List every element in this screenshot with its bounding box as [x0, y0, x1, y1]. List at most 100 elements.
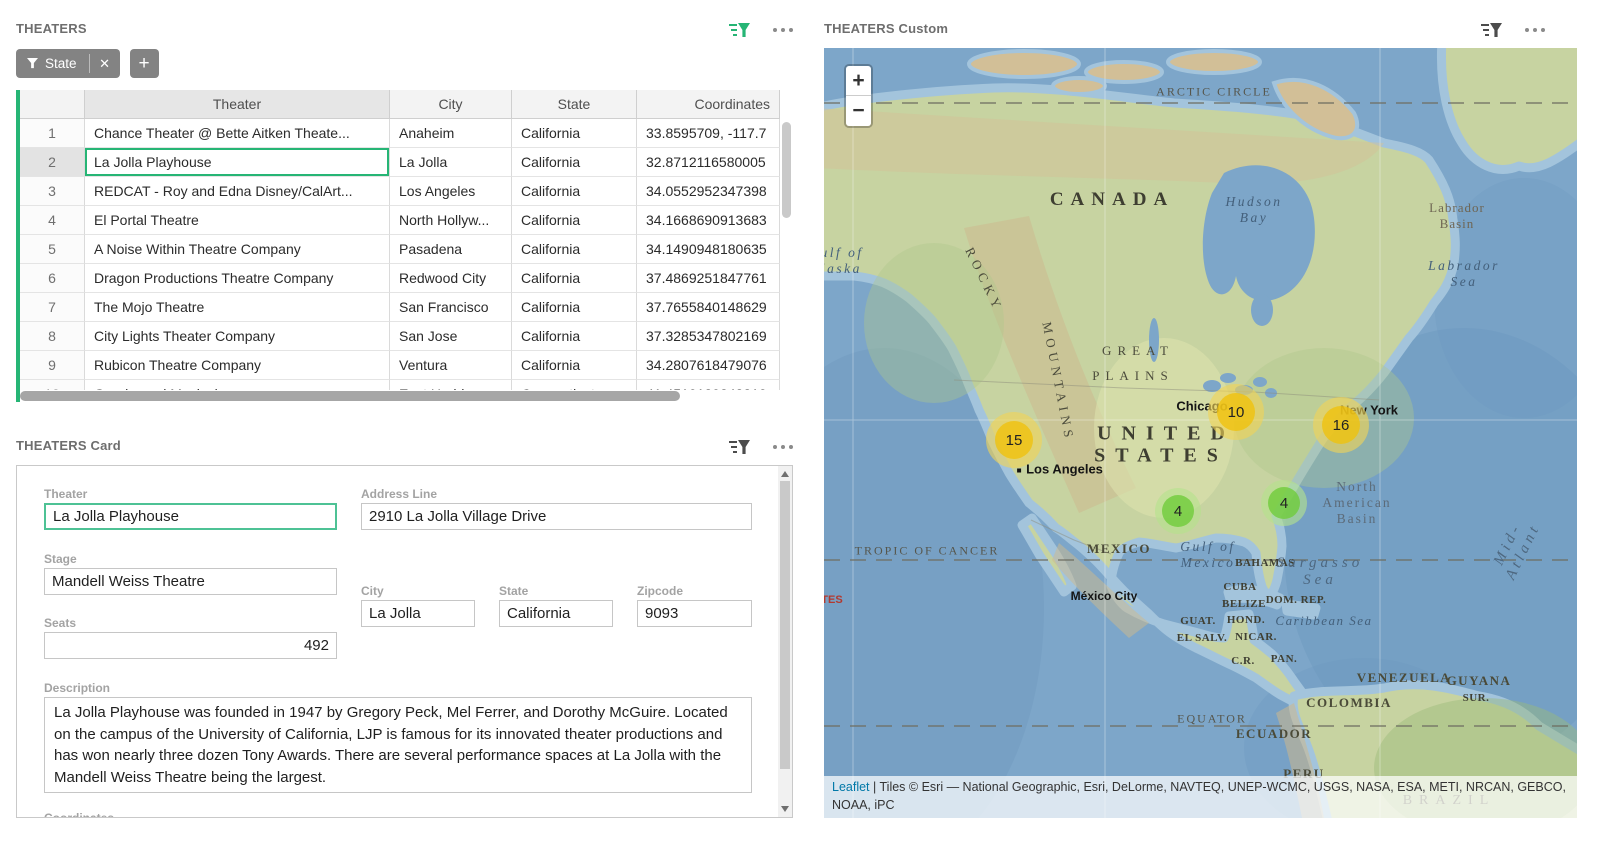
- more-options-icon[interactable]: [1525, 28, 1545, 32]
- description-field-label: Description: [44, 681, 111, 695]
- cell-city[interactable]: La Jolla: [390, 148, 512, 177]
- zipcode-field-label: Zipcode: [637, 584, 684, 598]
- remove-filter-button[interactable]: ✕: [90, 49, 120, 78]
- column-header-state[interactable]: State: [512, 90, 637, 119]
- arrow-up-icon[interactable]: [781, 471, 789, 477]
- map-label-north-american-basin: North American Basin: [1322, 479, 1392, 526]
- cell-theater[interactable]: A Noise Within Theatre Company: [85, 235, 390, 264]
- theaters-map[interactable]: ARCTIC CIRCLE CANADA Hudson Bay Labrador Ba…: [824, 48, 1577, 818]
- more-options-icon[interactable]: [773, 28, 793, 32]
- map-label-los-angeles: Los Angeles: [1017, 462, 1103, 477]
- map-label-el-salv: EL SALV.: [1176, 632, 1228, 644]
- more-options-icon[interactable]: [773, 445, 793, 449]
- cell-city[interactable]: Pasadena: [390, 235, 512, 264]
- cell-theater[interactable]: City Lights Theater Company: [85, 322, 390, 351]
- cell-theater[interactable]: REDCAT - Roy and Edna Disney/CalArt...: [85, 177, 390, 206]
- row-number[interactable]: 5: [20, 235, 85, 264]
- cell-state[interactable]: California: [512, 119, 637, 148]
- card-panel-actions: [716, 439, 793, 455]
- cluster-marker[interactable]: 4: [1261, 480, 1307, 526]
- zoom-in-button[interactable]: +: [846, 66, 871, 96]
- table-horizontal-scrollbar[interactable]: [20, 390, 780, 402]
- theaters-table: Theater City State Coordinates 1 Chance Theat…: [16, 90, 793, 402]
- cell-state[interactable]: California: [512, 206, 637, 235]
- cluster-marker[interactable]: 10: [1208, 384, 1264, 440]
- cluster-marker[interactable]: 15: [986, 412, 1042, 468]
- cell-coordinates[interactable]: 37.7655840148629: [637, 293, 780, 322]
- cell-theater[interactable]: El Portal Theatre: [85, 206, 390, 235]
- cell-city[interactable]: San Francisco: [390, 293, 512, 322]
- cell-theater[interactable]: The Mojo Theatre: [85, 293, 390, 322]
- map-label-tes: TES: [824, 594, 843, 606]
- cell-coordinates[interactable]: 32.8712116580005: [637, 148, 780, 177]
- row-number[interactable]: 2: [20, 148, 85, 177]
- cell-city[interactable]: Los Angeles: [390, 177, 512, 206]
- cell-state[interactable]: California: [512, 322, 637, 351]
- cell-coordinates[interactable]: 37.4869251847761: [637, 264, 780, 293]
- cell-city[interactable]: Ventura: [390, 351, 512, 380]
- cell-coordinates[interactable]: 34.2807618479076: [637, 351, 780, 380]
- city-field[interactable]: [361, 600, 475, 627]
- theaters-card: Theater Address Line Stage City State Zi…: [16, 465, 793, 818]
- row-number[interactable]: 3: [20, 177, 85, 206]
- map-label-c-r: C.R.: [1231, 655, 1255, 667]
- cluster-marker[interactable]: 16: [1313, 397, 1369, 453]
- cell-theater[interactable]: La Jolla Playhouse: [85, 148, 390, 177]
- cluster-marker[interactable]: 4: [1155, 488, 1201, 534]
- leaflet-link[interactable]: Leaflet: [832, 780, 870, 794]
- cell-state[interactable]: California: [512, 235, 637, 264]
- cell-theater[interactable]: Rubicon Theatre Company: [85, 351, 390, 380]
- cell-city[interactable]: San Jose: [390, 322, 512, 351]
- column-header-coordinates[interactable]: Coordinates: [637, 90, 780, 119]
- stage-field[interactable]: [44, 568, 337, 595]
- cell-state[interactable]: California: [512, 293, 637, 322]
- cell-coordinates[interactable]: 37.3285347802169: [637, 322, 780, 351]
- cell-theater[interactable]: Dragon Productions Theatre Company: [85, 264, 390, 293]
- row-number[interactable]: 9: [20, 351, 85, 380]
- column-header-theater[interactable]: Theater: [85, 90, 390, 119]
- card-vertical-scrollbar[interactable]: [778, 466, 792, 817]
- advanced-filter-icon[interactable]: [729, 439, 751, 455]
- row-number[interactable]: 8: [20, 322, 85, 351]
- cell-city[interactable]: Anaheim: [390, 119, 512, 148]
- cell-state[interactable]: California: [512, 351, 637, 380]
- map-label-nicar: NICAR.: [1235, 631, 1277, 643]
- row-number[interactable]: 1: [20, 119, 85, 148]
- advanced-filter-icon[interactable]: [729, 22, 751, 38]
- cell-theater[interactable]: Chance Theater @ Bette Aitken Theate...: [85, 119, 390, 148]
- map-label-equator: EQUATOR: [1177, 711, 1247, 726]
- cell-coordinates[interactable]: 34.0552952347398: [637, 177, 780, 206]
- row-number[interactable]: 6: [20, 264, 85, 293]
- table-vertical-scrollbar[interactable]: [780, 90, 793, 390]
- map-label-caribbean-sea: Caribbean Sea: [1275, 613, 1373, 628]
- cell-state[interactable]: California: [512, 264, 637, 293]
- cell-city[interactable]: North Hollyw...: [390, 206, 512, 235]
- filter-chip-row: State ✕ +: [16, 49, 159, 78]
- arrow-down-icon[interactable]: [781, 806, 789, 812]
- cell-coordinates[interactable]: 34.1490948180635: [637, 235, 780, 264]
- cell-city[interactable]: Redwood City: [390, 264, 512, 293]
- description-field[interactable]: La Jolla Playhouse was founded in 1947 b…: [44, 697, 752, 793]
- row-number[interactable]: 4: [20, 206, 85, 235]
- column-header-city[interactable]: City: [390, 90, 512, 119]
- add-filter-button[interactable]: +: [129, 49, 159, 78]
- zipcode-field[interactable]: [637, 600, 752, 627]
- state-field-label: State: [499, 584, 529, 598]
- cluster-count: 10: [1217, 393, 1255, 431]
- advanced-filter-icon[interactable]: [1481, 22, 1503, 38]
- map-label-gulf-of-alaska: Gulf of Alaska: [824, 245, 864, 276]
- seats-field[interactable]: [44, 632, 337, 659]
- cell-coordinates[interactable]: 33.8595709, -117.7: [637, 119, 780, 148]
- zoom-out-button[interactable]: −: [846, 96, 871, 126]
- row-number[interactable]: 7: [20, 293, 85, 322]
- theater-field[interactable]: [44, 503, 337, 530]
- cell-state[interactable]: California: [512, 148, 637, 177]
- state-filter-chip[interactable]: State ✕: [16, 49, 120, 78]
- map-panel-actions: [1460, 22, 1545, 38]
- map-label-m-xico-city: México City: [1070, 589, 1138, 603]
- cell-state[interactable]: California: [512, 177, 637, 206]
- state-field[interactable]: [499, 600, 613, 627]
- cell-coordinates[interactable]: 34.1668690913683: [637, 206, 780, 235]
- map-label-guyana: GUYANA: [1446, 673, 1512, 688]
- address-field[interactable]: [361, 503, 752, 530]
